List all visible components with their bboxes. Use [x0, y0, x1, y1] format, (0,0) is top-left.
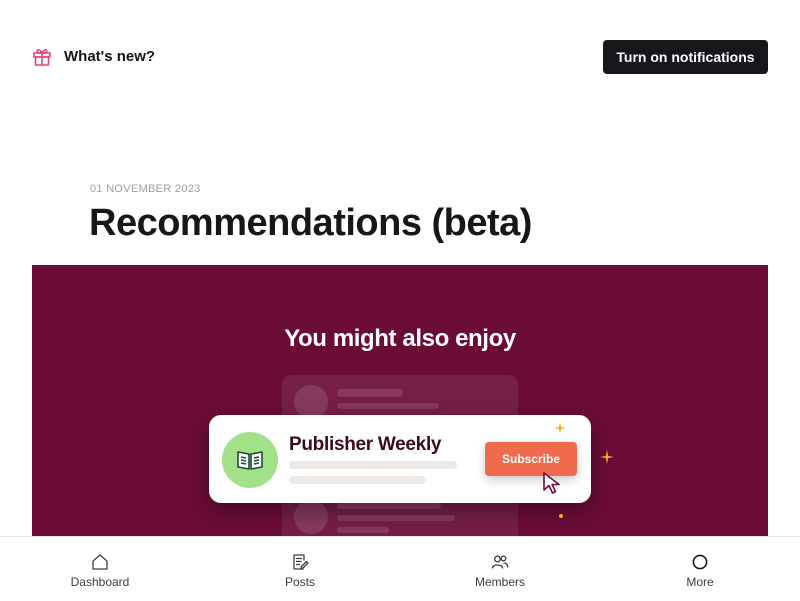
- home-icon: [92, 554, 108, 570]
- top-header: What's new? Turn on notifications: [0, 0, 800, 110]
- members-icon: [491, 555, 509, 569]
- more-icon: [692, 554, 708, 570]
- placeholder-line: [337, 403, 439, 409]
- pointer-cursor-icon: [543, 472, 560, 494]
- banner-heading: You might also enjoy: [284, 325, 516, 352]
- post-title: Recommendations (beta): [89, 202, 532, 244]
- placeholder-avatar: [294, 385, 328, 419]
- tab-label: More: [686, 575, 714, 589]
- placeholder-line: [337, 503, 441, 509]
- open-book-icon: [237, 451, 263, 470]
- tab-posts[interactable]: Posts: [200, 537, 400, 601]
- tab-dashboard[interactable]: Dashboard: [0, 537, 200, 601]
- tab-label: Posts: [284, 575, 315, 589]
- tab-more[interactable]: More: [600, 537, 800, 601]
- publication-name: Publisher Weekly: [289, 434, 442, 455]
- publication-avatar: [222, 432, 278, 488]
- post-date: 01 NOVEMBER 2023: [90, 183, 201, 195]
- recommendation-card: Publisher Weekly Subscribe: [209, 415, 591, 503]
- turn-on-notifications-button[interactable]: Turn on notifications: [603, 40, 768, 74]
- placeholder-avatar: [294, 500, 328, 534]
- placeholder-line: [289, 461, 457, 469]
- posts-icon: [293, 554, 309, 570]
- placeholder-line: [337, 389, 403, 397]
- bottom-tab-bar: Dashboard Posts Members More: [0, 536, 800, 600]
- feature-banner-image: You might also enjoy Publisher Weekly Su…: [32, 265, 768, 540]
- placeholder-line: [337, 515, 455, 521]
- gift-icon[interactable]: [31, 45, 53, 67]
- sparkle-dot: [559, 514, 563, 518]
- placeholder-line: [337, 527, 389, 533]
- tab-members[interactable]: Members: [400, 537, 600, 601]
- tab-label: Members: [474, 575, 525, 589]
- sparkle-icon: [554, 422, 566, 434]
- whats-new-label[interactable]: What's new?: [64, 48, 155, 65]
- tab-label: Dashboard: [70, 575, 130, 589]
- placeholder-line: [289, 476, 426, 484]
- sparkle-icon: [600, 450, 614, 464]
